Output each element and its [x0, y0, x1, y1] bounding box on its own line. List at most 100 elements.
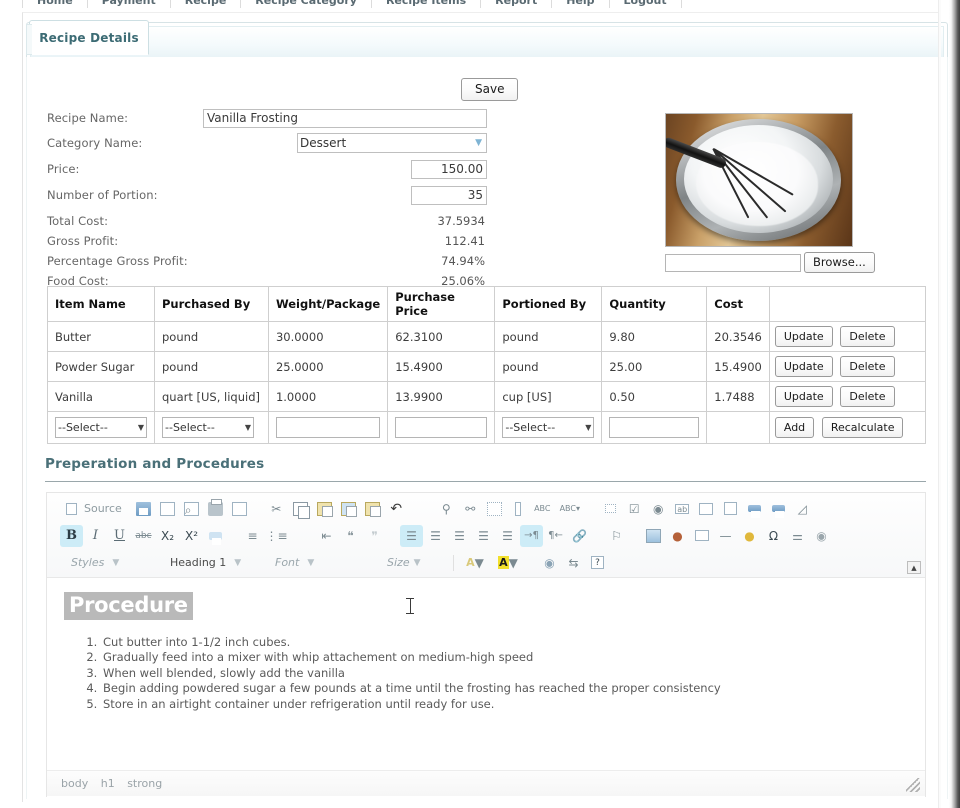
- path-item-h1[interactable]: h1: [101, 777, 115, 790]
- delete-button[interactable]: Delete: [840, 356, 895, 377]
- recalculate-button[interactable]: Recalculate: [821, 417, 904, 438]
- browse-button[interactable]: Browse...: [804, 252, 875, 273]
- paste-from-word-icon[interactable]: [361, 498, 384, 520]
- select-all-icon[interactable]: [483, 498, 506, 520]
- bg-color-icon[interactable]: A ▼: [492, 552, 524, 574]
- new-item-name-select[interactable]: --Select-- ▼: [55, 417, 147, 438]
- new-portioned-by-select[interactable]: --Select-- ▼: [502, 417, 595, 438]
- numbered-list-icon[interactable]: ≡: [241, 525, 264, 547]
- spell-check-as-you-type-icon[interactable]: ABC▾: [555, 498, 585, 520]
- source-label[interactable]: Source: [84, 502, 122, 515]
- editor-resize-grip[interactable]: [906, 778, 920, 792]
- image-file-input[interactable]: [665, 253, 801, 272]
- replace-icon[interactable]: ⚯: [459, 498, 482, 520]
- nav-item-recipe-category[interactable]: Recipe Category: [241, 0, 372, 8]
- nav-item-help[interactable]: Help: [552, 0, 610, 8]
- italic-icon[interactable]: I: [84, 525, 107, 547]
- nav-item-report[interactable]: Report: [481, 0, 553, 8]
- nav-item-payment[interactable]: Payment: [88, 0, 171, 8]
- size-combo[interactable]: Size ▼: [385, 552, 441, 573]
- radio-button-icon[interactable]: ◉: [647, 498, 670, 520]
- font-combo[interactable]: Font ▼: [273, 552, 378, 573]
- new-quantity-input[interactable]: [609, 417, 700, 438]
- update-button[interactable]: Update: [774, 356, 833, 377]
- save-button[interactable]: Save: [461, 78, 519, 101]
- cut-icon[interactable]: ✂: [265, 498, 288, 520]
- nav-item-recipe[interactable]: Recipe: [171, 0, 242, 8]
- increase-indent-icon[interactable]: ❝: [339, 525, 362, 547]
- nav-item-recipe-items[interactable]: Recipe Items: [372, 0, 482, 8]
- remove-format-icon[interactable]: [204, 525, 227, 547]
- decrease-indent-icon[interactable]: ⇤: [315, 525, 338, 547]
- delete-button[interactable]: Delete: [840, 326, 895, 347]
- undo-icon[interactable]: ↶: [385, 498, 408, 520]
- nav-item-logout[interactable]: Logout: [610, 0, 682, 8]
- anchor-icon[interactable]: ⚐: [605, 525, 628, 547]
- text-color-icon[interactable]: A ▼: [459, 552, 491, 574]
- table-icon[interactable]: [690, 525, 713, 547]
- maximize-icon[interactable]: ◉: [538, 552, 561, 574]
- underline-icon[interactable]: U: [108, 525, 131, 547]
- bold-icon[interactable]: B: [60, 524, 83, 547]
- portions-input[interactable]: [411, 185, 487, 205]
- paste-plain-text-icon[interactable]: [337, 498, 360, 520]
- templates-icon[interactable]: [228, 498, 251, 520]
- image-icon[interactable]: [642, 525, 665, 547]
- copy-icon[interactable]: [289, 498, 312, 520]
- about-icon[interactable]: ?: [586, 552, 609, 574]
- link-icon[interactable]: 🔗: [568, 525, 591, 547]
- textarea-icon[interactable]: [695, 498, 718, 520]
- recipe-name-input[interactable]: [203, 108, 487, 128]
- new-purchased-by-select[interactable]: --Select-- ▼: [162, 417, 254, 438]
- checkbox-icon[interactable]: ☑: [623, 498, 646, 520]
- tab-recipe-details[interactable]: Recipe Details: [29, 20, 149, 55]
- hidden-field-icon[interactable]: ◿: [791, 498, 814, 520]
- text-direction-rtl-icon[interactable]: ¶←: [544, 525, 567, 547]
- print-icon[interactable]: [204, 498, 227, 520]
- iframe-icon[interactable]: ◉: [810, 525, 833, 547]
- create-div-icon[interactable]: ☰: [496, 525, 519, 547]
- new-weight-package-input[interactable]: [275, 417, 381, 438]
- styles-combo[interactable]: Styles ▼: [69, 552, 161, 573]
- text-field-icon[interactable]: ab: [671, 498, 694, 520]
- show-blocks-icon[interactable]: ⇆: [562, 552, 585, 574]
- delete-button[interactable]: Delete: [840, 386, 895, 407]
- source-icon[interactable]: [60, 498, 83, 520]
- find-icon[interactable]: ⚲: [435, 498, 458, 520]
- special-character-icon[interactable]: Ω: [762, 525, 785, 547]
- save-icon[interactable]: [132, 498, 155, 520]
- update-button[interactable]: Update: [774, 386, 833, 407]
- update-button[interactable]: Update: [774, 326, 833, 347]
- flash-icon[interactable]: ●: [666, 525, 689, 547]
- new-page-icon[interactable]: [156, 498, 179, 520]
- blockquote-icon[interactable]: ❞: [363, 525, 386, 547]
- path-item-body[interactable]: body: [61, 777, 88, 790]
- smiley-icon[interactable]: ●: [738, 525, 761, 547]
- superscript-icon[interactable]: X²: [180, 525, 203, 547]
- preview-icon[interactable]: ⌕: [180, 498, 203, 520]
- justify-icon[interactable]: ☰: [472, 525, 495, 547]
- form-icon[interactable]: [599, 498, 622, 520]
- text-direction-ltr-icon[interactable]: →¶: [520, 524, 543, 547]
- selection-field-icon[interactable]: [719, 498, 742, 520]
- spell-check-icon[interactable]: ABC: [531, 498, 554, 520]
- path-item-strong[interactable]: strong: [127, 777, 162, 790]
- subscript-icon[interactable]: X₂: [156, 525, 179, 547]
- add-button[interactable]: Add: [774, 417, 815, 438]
- page-break-icon[interactable]: ⚌: [786, 525, 809, 547]
- button-icon[interactable]: [743, 498, 766, 520]
- strikethrough-icon[interactable]: abc: [132, 525, 155, 547]
- category-name-select[interactable]: Dessert ▼: [297, 133, 487, 153]
- price-input[interactable]: [411, 159, 487, 179]
- align-center-icon[interactable]: ☰: [424, 525, 447, 547]
- align-right-icon[interactable]: ☰: [448, 525, 471, 547]
- format-combo[interactable]: Heading 1 ▼: [168, 552, 266, 573]
- horizontal-rule-icon[interactable]: —: [714, 525, 737, 547]
- nav-item-home[interactable]: Home: [22, 0, 88, 8]
- paste-icon[interactable]: [313, 498, 336, 520]
- new-purchase-price-input[interactable]: [395, 417, 488, 438]
- remove-format-icon[interactable]: [507, 498, 530, 520]
- bulleted-list-icon[interactable]: ⋮≡: [265, 525, 288, 547]
- editor-content-area[interactable]: Procedure Cut butter into 1-1/2 inch cub…: [47, 578, 925, 799]
- toolbar-collapse-button[interactable]: ▲: [907, 561, 921, 574]
